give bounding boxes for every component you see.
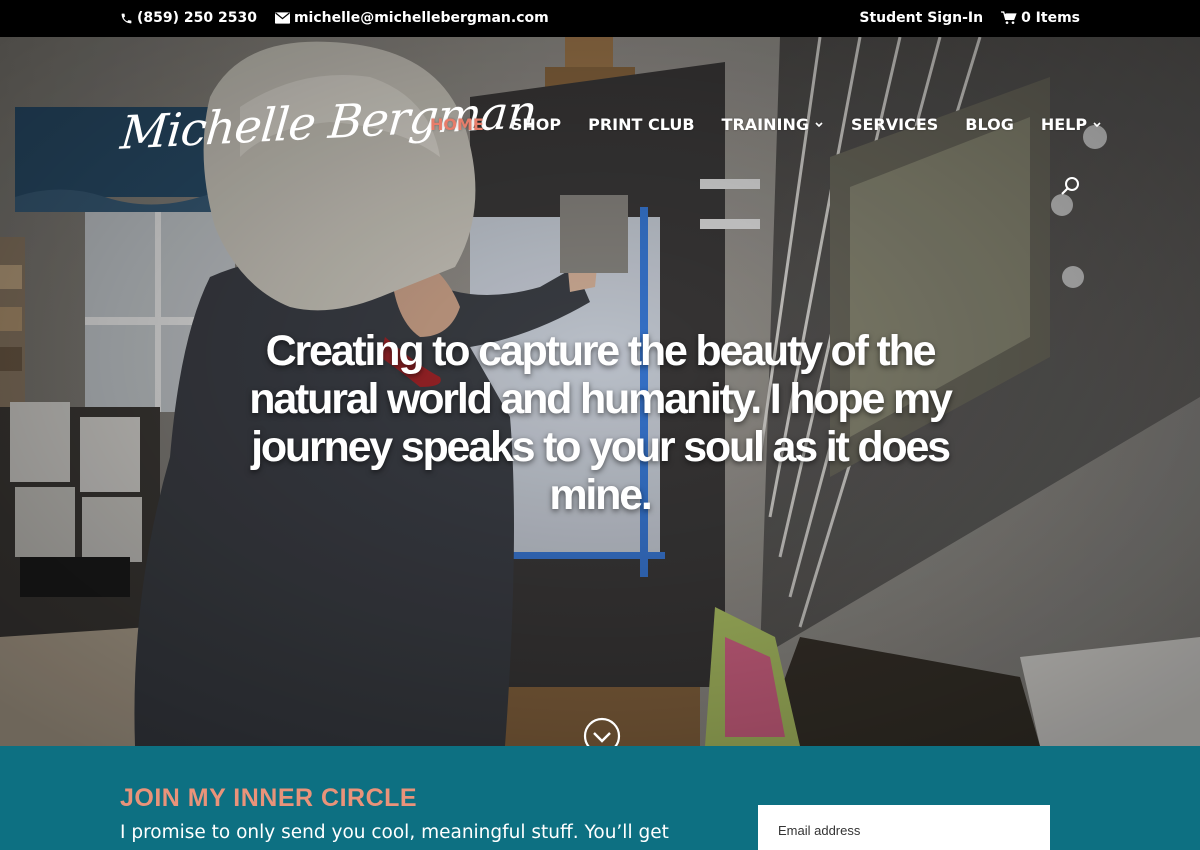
nav-item-print-club[interactable]: PRINT CLUB [588, 115, 694, 134]
chevron-down-icon [1093, 121, 1101, 127]
chevron-down-circle-icon[interactable] [583, 717, 621, 746]
contact-info: (859) 250 2530 michelle@michellebergman.… [120, 10, 549, 26]
main-nav: HOME SHOP PRINT CLUB TRAINING SERVICES B… [430, 115, 1102, 134]
student-signin-link[interactable]: Student Sign-In [859, 10, 983, 26]
phone-number: (859) 250 2530 [137, 10, 257, 26]
hero-section: Michelle Bergman HOME SHOP PRINT CLUB TR… [0, 37, 1200, 746]
email-field[interactable] [758, 805, 1050, 850]
cart-link[interactable]: 0 Items [1001, 10, 1080, 26]
nav-item-services[interactable]: SERVICES [851, 115, 938, 134]
phone-icon [120, 12, 133, 25]
hero-headline: Creating to capture the beauty of the na… [249, 327, 953, 519]
email-address: michelle@michellebergman.com [293, 10, 549, 26]
newsletter-signup: JOIN MY INNER CIRCLE I promise to only s… [0, 746, 1200, 850]
signup-description: I promise to only send you cool, meaning… [120, 822, 669, 843]
nav-label: PRINT CLUB [588, 115, 695, 134]
search-icon[interactable] [1060, 176, 1080, 200]
nav-item-blog[interactable]: BLOG [965, 115, 1014, 134]
nav-label: TRAINING [721, 115, 809, 134]
chevron-down-icon [815, 121, 823, 127]
top-bar: (859) 250 2530 michelle@michellebergman.… [0, 0, 1200, 37]
nav-item-home[interactable]: HOME [430, 115, 484, 134]
nav-label: HELP [1040, 115, 1088, 134]
email-icon [274, 12, 290, 24]
nav-label: HOME [430, 115, 484, 134]
email-link[interactable]: michelle@michellebergman.com [274, 10, 549, 26]
nav-item-help[interactable]: HELP [1041, 115, 1102, 134]
nav-label: SERVICES [850, 115, 939, 134]
nav-item-shop[interactable]: SHOP [511, 115, 561, 134]
cart-count: 0 Items [1021, 10, 1080, 26]
nav-item-training[interactable]: TRAINING [722, 115, 824, 134]
signup-title: JOIN MY INNER CIRCLE [120, 784, 418, 812]
phone-link[interactable]: (859) 250 2530 [120, 10, 257, 26]
cart-icon [1001, 11, 1017, 25]
nav-label: SHOP [510, 115, 562, 134]
nav-label: BLOG [965, 115, 1014, 134]
account-links: Student Sign-In 0 Items [859, 10, 1080, 26]
